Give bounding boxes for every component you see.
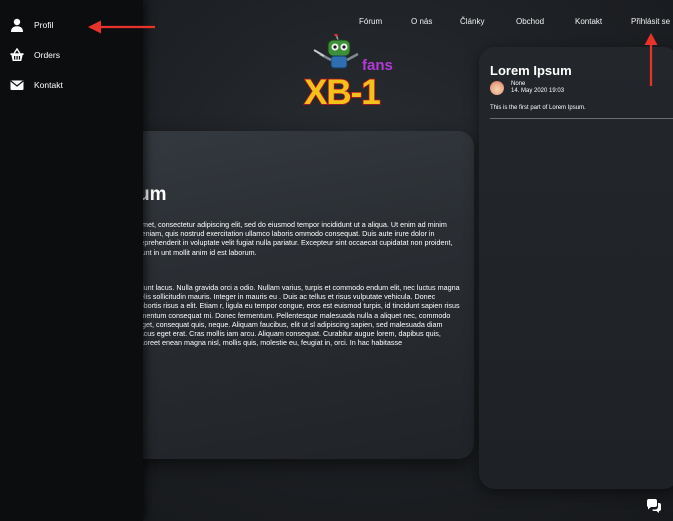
app-window: Fórum O nás Články Obchod Kontakt Přihlá… — [0, 0, 673, 521]
article-paragraph-2: idunt lacus. Nulla gravida orci a odio. … — [138, 283, 460, 348]
nav-link-kontakt[interactable]: Kontakt — [575, 17, 602, 26]
nav-link-forum[interactable]: Fórum — [359, 17, 382, 26]
card-title: Lorem Ipsum — [490, 63, 572, 78]
article-panel: um amet, consectetur adipiscing elit, se… — [110, 131, 474, 459]
sidebar-item-kontakt[interactable]: Kontakt — [10, 77, 63, 93]
sidebar-item-profil[interactable]: Profil — [10, 17, 53, 33]
robot-mascot — [313, 34, 359, 69]
fans-xb1-logo[interactable]: fans XB-1 — [300, 34, 412, 110]
card-author: None — [511, 81, 526, 87]
chat-bubbles-icon[interactable] — [646, 499, 662, 513]
sidebar-item-orders[interactable]: Orders — [10, 47, 60, 63]
author-avatar — [490, 81, 504, 95]
sidebar-item-label: Profil — [34, 20, 54, 30]
envelope-icon — [10, 80, 24, 90]
user-icon — [11, 18, 23, 32]
logo-fans-text: fans — [362, 57, 393, 74]
sidebar-item-label: Orders — [34, 50, 60, 60]
nav-link-obchod[interactable]: Obchod — [516, 17, 544, 26]
article-paragraph-1: amet, consectetur adipiscing elit, sed d… — [138, 220, 453, 257]
article-preview-card[interactable]: Lorem Ipsum None 14. May 2020 19:03 This… — [479, 47, 673, 489]
logo-xb1-text: XB-1 — [304, 73, 380, 110]
card-date: 14. May 2020 19:03 — [511, 88, 565, 94]
sidebar-item-label: Kontakt — [34, 80, 63, 90]
nav-link-clanky[interactable]: Články — [460, 17, 484, 26]
sidebar-drawer: Profil Orders Kontakt — [0, 0, 143, 521]
login-link[interactable]: Přihlásit se — [631, 17, 670, 26]
nav-link-o-nas[interactable]: O nás — [411, 17, 432, 26]
annotation-arrow-left — [88, 20, 155, 34]
annotation-arrow-up — [644, 33, 658, 86]
card-divider — [490, 118, 673, 119]
basket-icon — [10, 48, 24, 61]
card-excerpt: This is the first part of Lorem Ipsum. — [490, 105, 586, 111]
